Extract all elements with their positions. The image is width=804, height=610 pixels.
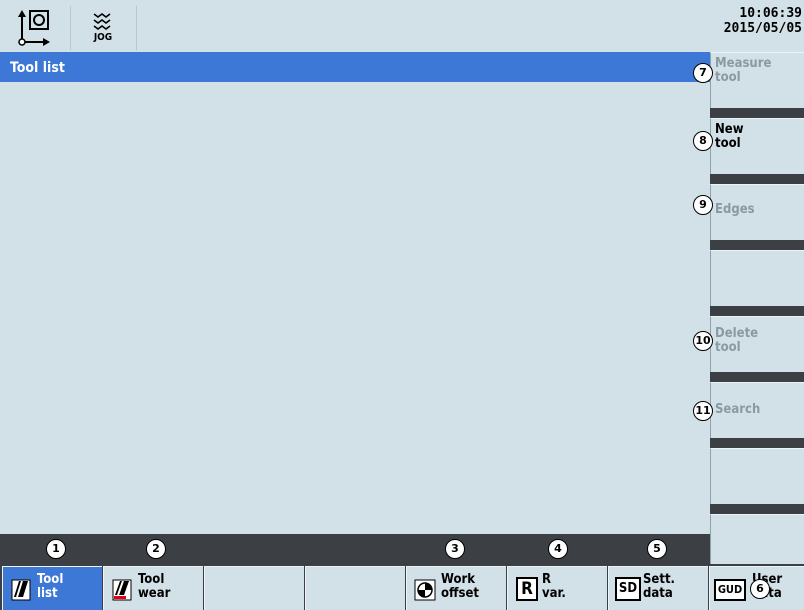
jog-wave-icon <box>93 13 111 30</box>
tool-list-area <box>0 82 710 534</box>
clock: 10:06:39 2015/05/05 <box>724 6 802 36</box>
softkey-empty[interactable] <box>710 448 804 504</box>
softkey-tool-list[interactable]: Tool list <box>2 566 102 610</box>
softkey-label: Tool list <box>37 572 64 601</box>
machine-axes-icon <box>18 10 50 46</box>
softkey-label: Work offset <box>441 572 480 601</box>
callout-badge: 1 <box>46 539 66 559</box>
callout-strip: 1 2 3 4 5 <box>0 534 710 564</box>
work-offset-icon <box>414 579 436 601</box>
softkey-label: New tool <box>715 122 744 151</box>
status-bar: JOG 10:06:39 2015/05/05 <box>0 0 804 52</box>
softkey-empty[interactable] <box>710 514 804 564</box>
callout-badge: 9 <box>693 195 713 215</box>
softkey-label: Measure tool <box>715 56 772 85</box>
callout-badge: 7 <box>693 63 713 83</box>
softkey-delete-tool[interactable]: 10 Delete tool <box>693 316 804 372</box>
callout-badge: 8 <box>693 131 713 151</box>
callout-badge: 5 <box>647 539 667 559</box>
callout-badge: 11 <box>693 401 713 421</box>
softkey-tool-wear[interactable]: Tool wear <box>103 566 203 610</box>
setting-data-icon: SD <box>615 577 641 601</box>
softkey-user-data[interactable]: GUD Userdata 6 <box>709 566 804 610</box>
softkey-edges[interactable]: 9 Edges <box>693 184 804 240</box>
softkey-label: Rvar. <box>542 572 566 601</box>
time-display: 10:06:39 <box>739 6 802 21</box>
softkey-empty[interactable] <box>305 566 405 610</box>
softkey-label: Search <box>715 402 761 417</box>
jog-label: JOG <box>93 32 113 43</box>
callout-badge: 10 <box>693 331 713 351</box>
softkey-measure-tool[interactable]: 7 Measure tool <box>693 52 804 108</box>
tool-icon <box>11 579 31 601</box>
jog-mode-indicator: JOG <box>88 10 118 48</box>
softkey-label: Sett. data <box>643 572 675 601</box>
callout-badge: 4 <box>548 539 568 559</box>
callout-badge: 3 <box>445 539 465 559</box>
softkey-empty[interactable] <box>710 250 804 306</box>
status-separator <box>136 6 137 50</box>
callout-badge: 2 <box>146 539 166 559</box>
softkey-setting-data[interactable]: SD Sett. data <box>608 566 708 610</box>
tool-wear-icon <box>112 579 132 601</box>
softkey-r-variables[interactable]: R Rvar. <box>507 566 607 610</box>
date-display: 2015/05/05 <box>723 21 802 36</box>
softkey-label: Edges <box>715 202 755 217</box>
softkey-label: Tool wear <box>138 572 171 601</box>
softkey-label: Delete tool <box>715 326 759 355</box>
status-separator <box>70 6 71 50</box>
softkey-work-offset[interactable]: Work offset <box>406 566 506 610</box>
r-variable-icon: R <box>516 577 538 601</box>
callout-badge: 6 <box>750 579 770 599</box>
softkey-empty[interactable] <box>204 566 304 610</box>
softkey-new-tool[interactable]: 8 New tool <box>693 118 804 174</box>
softkey-search[interactable]: 11 Search <box>693 382 804 438</box>
user-data-icon: GUD <box>714 579 746 601</box>
window-title: Tool list <box>0 52 710 82</box>
